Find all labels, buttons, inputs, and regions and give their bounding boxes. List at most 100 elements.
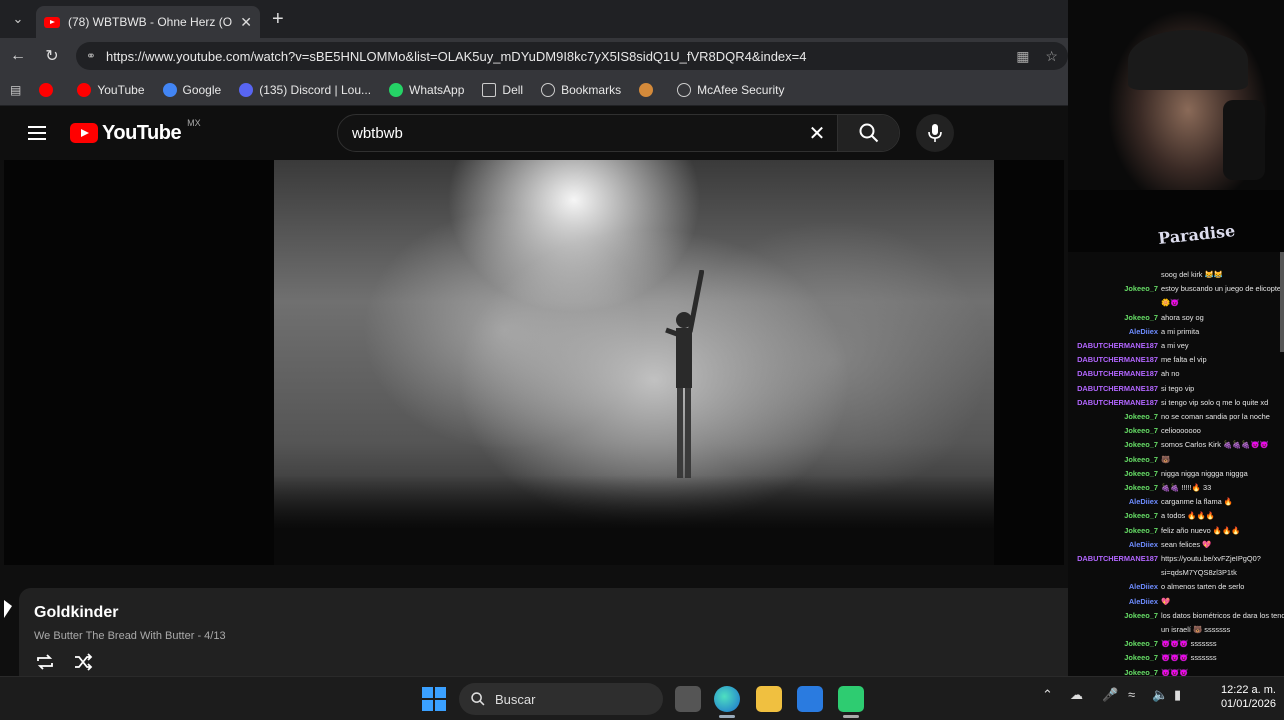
bookmark-item[interactable]: McAfee Security <box>677 82 784 97</box>
reload-icon[interactable]: ↻ <box>42 46 62 66</box>
chat-text: a mi primita <box>1161 326 1200 336</box>
bookmark-item[interactable] <box>39 82 59 97</box>
youtube-logo-text: YouTube <box>102 121 182 144</box>
discord-icon <box>239 82 254 97</box>
chat-message: DABUTCHERMANE187 me falta el vip <box>1068 353 1284 367</box>
voice-search-button[interactable] <box>916 114 954 152</box>
edge-active-indicator <box>719 715 735 718</box>
chat-username[interactable]: AleDiiex <box>1068 538 1158 552</box>
browser-tab-active[interactable]: (78) WBTBWB - Ohne Herz (Officia ✕ <box>36 6 260 38</box>
chat-username[interactable]: Jokeeo_7 <box>1068 311 1158 325</box>
close-tab-icon[interactable]: ✕ <box>240 14 252 31</box>
chat-username[interactable]: Jokeeo_7 <box>1068 453 1158 467</box>
loop-icon[interactable] <box>35 652 55 672</box>
search-box[interactable]: wbtbwb ✕ <box>337 114 900 152</box>
microsoft-store-icon[interactable] <box>797 686 823 712</box>
chat-message: Jokeeo_7 😈😈😈 sssssss <box>1068 637 1284 651</box>
video-player[interactable] <box>4 160 1064 565</box>
search-button[interactable] <box>837 115 899 151</box>
chat-message: DABUTCHERMANE187 si tengo vip solo q me l… <box>1068 396 1284 410</box>
chat-username[interactable]: Jokeeo_7 <box>1068 666 1158 676</box>
battery-icon[interactable]: ▮ <box>1174 687 1181 703</box>
chat-text: feliz año nuevo 🔥🔥🔥 <box>1161 525 1241 535</box>
chat-username[interactable]: AleDiiex <box>1068 595 1158 609</box>
bookmark-item[interactable]: (135) Discord | Lou... <box>239 82 371 97</box>
address-bar[interactable]: ⚭ https://www.youtube.com/watch?v=sBE5HN… <box>75 42 1068 70</box>
streaming-app-icon[interactable] <box>838 686 864 712</box>
clock-time: 12:22 a. m. <box>1220 684 1276 696</box>
chat-username[interactable]: DABUTCHERMANE187 <box>1068 552 1158 566</box>
crowd-silhouette <box>274 475 994 565</box>
bookmark-item[interactable]: Bookmarks <box>541 82 621 97</box>
edge-browser-icon[interactable] <box>714 686 740 712</box>
chat-username[interactable]: AleDiiex <box>1068 580 1158 594</box>
chat-username[interactable]: Jokeeo_7 <box>1068 481 1158 495</box>
chat-username[interactable]: Jokeeo_7 <box>1068 410 1158 424</box>
playlist-title[interactable]: Goldkinder <box>34 604 118 622</box>
tray-app-icon[interactable]: ☁ <box>1070 687 1083 703</box>
chat-text: no se coman sandia por la noche <box>1161 412 1270 422</box>
chat-username[interactable]: DABUTCHERMANE187 <box>1068 339 1158 353</box>
bookmark-item[interactable]: Google <box>162 82 222 97</box>
chat-message: Jokeeo_7 feliz año nuevo 🔥🔥🔥 <box>1068 524 1284 538</box>
bookmark-label: Dell <box>502 82 524 97</box>
wifi-icon[interactable]: ≈ <box>1128 687 1135 702</box>
chat-username[interactable]: DABUTCHERMANE187 <box>1068 353 1158 367</box>
volume-icon[interactable]: 🔈 <box>1152 687 1168 703</box>
chat-username[interactable]: DABUTCHERMANE187 <box>1068 367 1158 381</box>
youtube-header: YouTube MX wbtbwb ✕ <box>0 106 1068 160</box>
shuffle-icon[interactable] <box>73 652 93 672</box>
chat-message: DABUTCHERMANE187 si tego vip <box>1068 382 1284 396</box>
url-text[interactable]: https://www.youtube.com/watch?v=sBE5HNLO… <box>106 49 1006 64</box>
tab-list-chevron-icon[interactable]: ⌄ <box>0 0 36 38</box>
chat-username[interactable]: DABUTCHERMANE187 <box>1068 396 1158 410</box>
bookmark-label: Google <box>182 82 222 97</box>
bookmark-label: YouTube <box>97 82 145 97</box>
bookmarks-manager-icon[interactable]: ▤ <box>10 83 21 97</box>
youtube-logo[interactable]: YouTube MX <box>70 118 201 145</box>
site-info-icon[interactable]: ⚭ <box>86 49 96 63</box>
chat-username[interactable]: AleDiiex <box>1068 325 1158 339</box>
bookmark-item[interactable]: Dell <box>482 82 524 97</box>
chat-scrollbar[interactable] <box>1280 252 1284 352</box>
app-available-icon[interactable]: ▦ <box>1016 48 1029 65</box>
bookmark-item[interactable]: WhatsApp <box>389 82 464 97</box>
chat-message: Jokeeo_7 somos Carlos Kirk 🍇🍇🍇😈😈 <box>1068 438 1284 452</box>
taskbar-clock[interactable]: 12:22 a. m. 01/01/2026 <box>1196 683 1276 711</box>
chat-username[interactable]: Jokeeo_7 <box>1068 282 1158 296</box>
chat-username[interactable]: Jokeeo_7 <box>1068 609 1158 623</box>
windows-start-icon[interactable] <box>422 687 446 711</box>
clear-search-icon[interactable]: ✕ <box>797 121 837 146</box>
chat-username[interactable]: Jokeeo_7 <box>1068 438 1158 452</box>
globe-icon <box>541 82 556 97</box>
tray-chevron-up-icon[interactable]: ⌃ <box>1042 687 1053 703</box>
bookmark-item[interactable]: YouTube <box>77 82 145 97</box>
chat-username[interactable]: Jokeeo_7 <box>1068 637 1158 651</box>
favorite-star-icon[interactable]: ☆ <box>1045 48 1058 65</box>
chat-username[interactable]: DABUTCHERMANE187 <box>1068 382 1158 396</box>
chat-message: Jokeeo_7 😈😈😈 sssssss <box>1068 651 1284 665</box>
task-view-icon[interactable] <box>675 686 701 712</box>
chat-text: estoy buscando un juego de elicopteros <box>1161 284 1284 294</box>
chat-username[interactable]: Jokeeo_7 <box>1068 509 1158 523</box>
back-arrow-icon[interactable]: ← <box>8 47 28 65</box>
whatsapp-icon <box>389 82 404 97</box>
new-tab-plus-icon[interactable]: + <box>272 8 284 31</box>
chat-username[interactable]: Jokeeo_7 <box>1068 467 1158 481</box>
chat-username[interactable]: Jokeeo_7 <box>1068 524 1158 538</box>
chat-text: nigga nigga niggga niggga <box>1161 468 1248 478</box>
tray-microphone-icon[interactable]: 🎤 <box>1102 687 1118 703</box>
menu-hamburger-icon[interactable] <box>28 126 46 140</box>
file-explorer-icon[interactable] <box>756 686 782 712</box>
chat-message: DABUTCHERMANE187 ah no <box>1068 367 1284 381</box>
chat-text: somos Carlos Kirk 🍇🍇🍇😈😈 <box>1161 440 1270 450</box>
chat-username[interactable]: Jokeeo_7 <box>1068 651 1158 665</box>
chat-message: Jokeeo_7 celiooooooo <box>1068 424 1284 438</box>
chat-username[interactable]: AleDiiex <box>1068 495 1158 509</box>
bookmark-item[interactable] <box>639 82 659 97</box>
chat-message: Jokeeo_7 😈😈😈 <box>1068 666 1284 676</box>
search-input[interactable]: wbtbwb <box>338 125 797 142</box>
chat-message: Jokeeo_7 estoy buscando un juego de elico… <box>1068 282 1284 296</box>
chat-username[interactable]: Jokeeo_7 <box>1068 424 1158 438</box>
taskbar-search[interactable]: Buscar <box>459 683 663 715</box>
